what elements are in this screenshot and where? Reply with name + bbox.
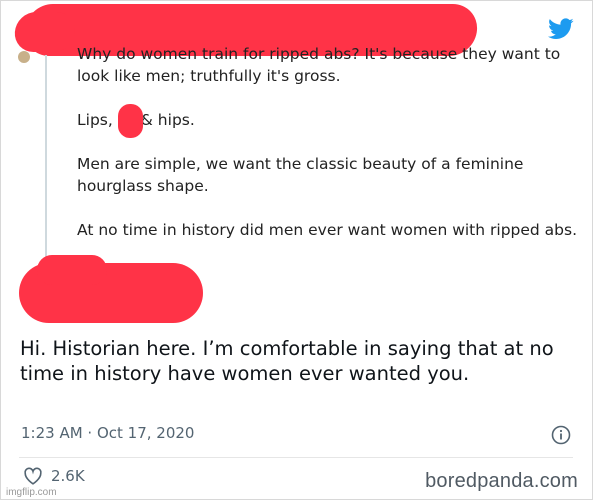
like-button[interactable]: 2.6K — [23, 467, 85, 485]
info-icon[interactable] — [551, 425, 571, 445]
reply-tweet-text: Hi. Historian here. I’m comfortable in s… — [20, 337, 554, 385]
redacted-reply-username — [19, 255, 203, 323]
screenshot-frame: Why do women train for ripped abs? It's … — [0, 0, 593, 500]
heart-icon — [24, 467, 42, 485]
quoted-paragraph-2: Lips, & hips. — [77, 109, 577, 131]
redacted-word — [118, 104, 143, 138]
twitter-bird-icon[interactable] — [548, 18, 574, 40]
quoted-tweet-text: Why do women train for ripped abs? It's … — [77, 43, 577, 263]
boredpanda-brand: boredpanda.com — [425, 470, 578, 492]
tweet-timestamp[interactable]: 1:23 AM · Oct 17, 2020 — [21, 424, 194, 442]
like-count: 2.6K — [51, 467, 85, 485]
quoted-paragraph-4: At no time in history did men ever want … — [77, 221, 578, 239]
quoted-paragraph-3: Men are simple, we want the classic beau… — [77, 155, 524, 195]
lips-prefix: Lips, — [77, 111, 113, 129]
thread-line — [45, 55, 47, 263]
avatar[interactable] — [18, 51, 30, 63]
quoted-paragraph-1: Why do women train for ripped abs? It's … — [77, 45, 561, 85]
imgflip-watermark: imgflip.com — [6, 487, 57, 498]
divider — [19, 457, 573, 458]
lips-suffix: & hips. — [140, 111, 195, 129]
